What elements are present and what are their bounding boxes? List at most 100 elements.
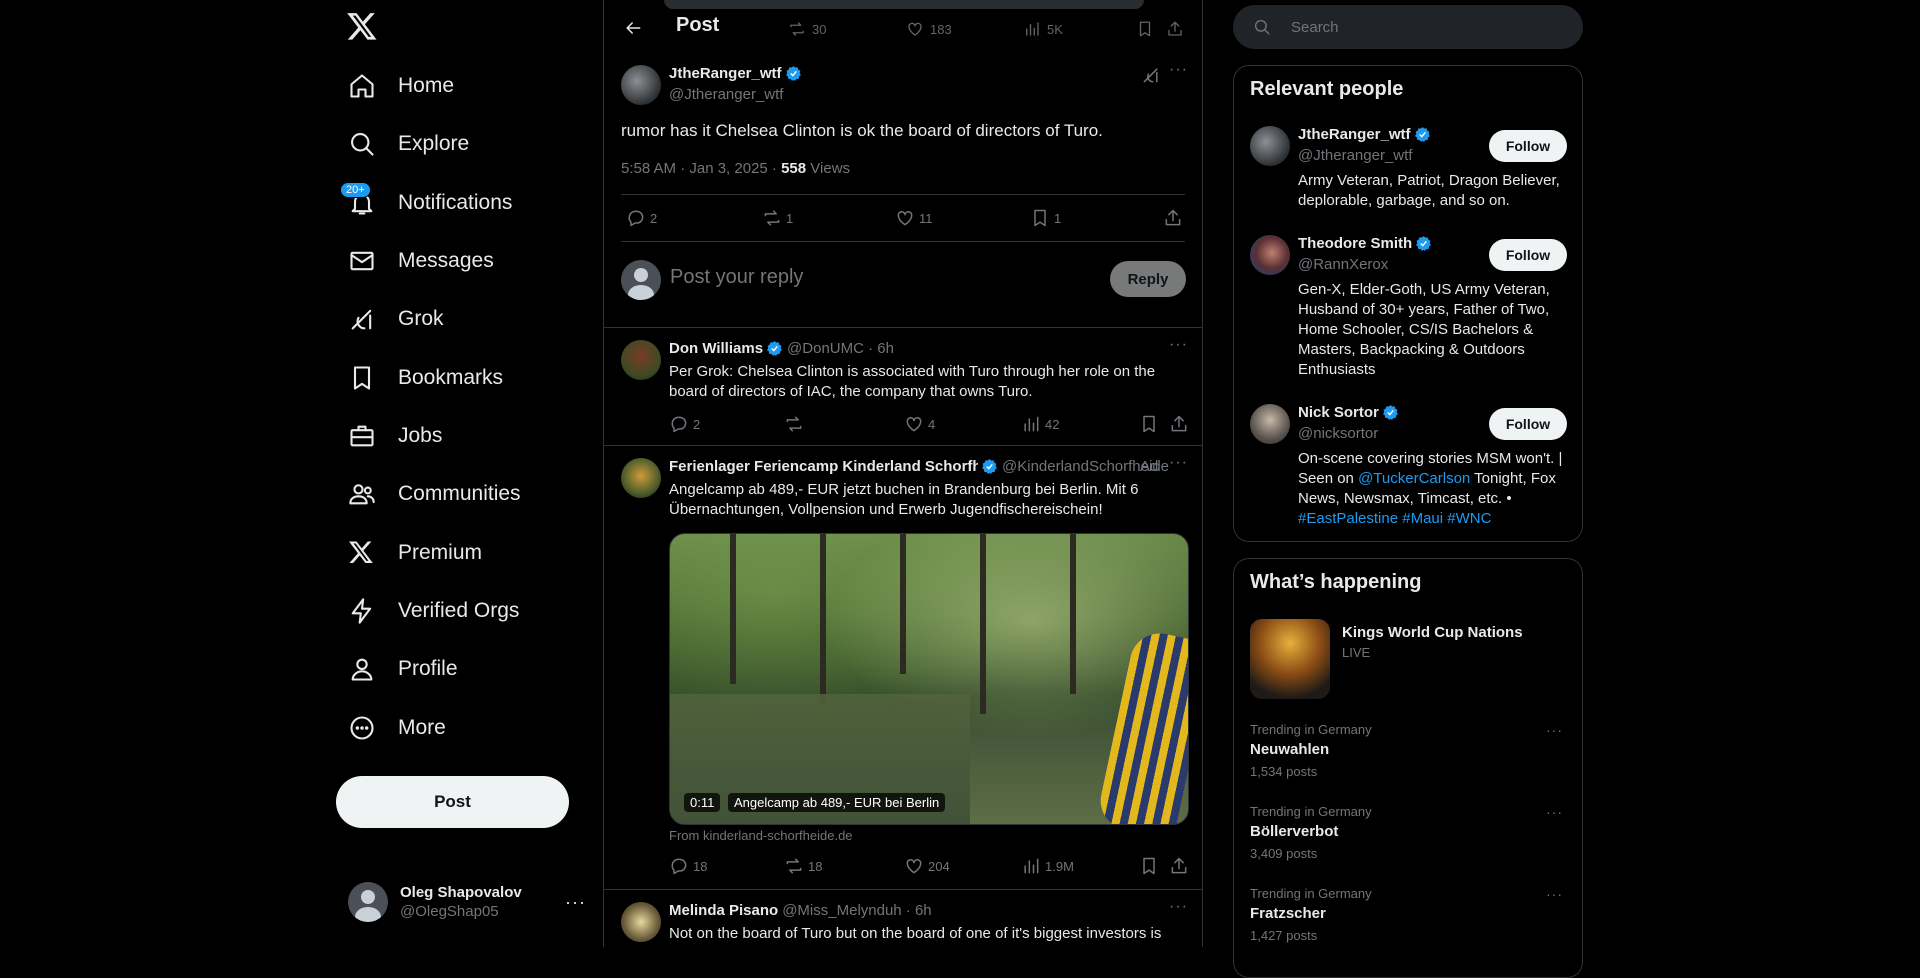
nav-jobs[interactable]: Jobs: [336, 411, 454, 461]
grok-icon[interactable]: [1141, 65, 1161, 85]
share-action[interactable]: [1163, 208, 1183, 228]
like-action[interactable]: 183: [906, 20, 952, 38]
author-name[interactable]: Melinda Pisano: [669, 902, 778, 919]
nav-more[interactable]: More: [336, 703, 458, 753]
more-horizontal-icon[interactable]: ···: [1546, 804, 1563, 820]
more-horizontal-icon[interactable]: ···: [1169, 61, 1188, 79]
trend-item[interactable]: Trending in Germany Fratzscher 1,427 pos…: [1250, 886, 1570, 956]
reply-action[interactable]: 18: [669, 856, 707, 876]
people-icon: [348, 480, 376, 508]
reply-post[interactable]: Don Williams @DonUMC · 6h ··· Per Grok: …: [604, 328, 1202, 446]
follow-button[interactable]: Follow: [1489, 130, 1567, 162]
person-card[interactable]: Nick Sortor @nicksortor Follow On-scene …: [1250, 404, 1570, 534]
more-horizontal-icon[interactable]: ···: [1169, 336, 1188, 354]
nav-bookmarks[interactable]: Bookmarks: [336, 353, 515, 403]
x-logo-icon[interactable]: [346, 10, 382, 46]
bookmark-count: 1: [1054, 210, 1062, 226]
event-thumbnail: [1250, 619, 1330, 699]
repost-action[interactable]: [784, 414, 808, 434]
trend-item[interactable]: Trending in Germany Böllerverbot 3,409 p…: [1250, 804, 1570, 874]
like-action[interactable]: 4: [904, 414, 935, 434]
bookmark-action[interactable]: 1: [1030, 208, 1061, 228]
follow-button[interactable]: Follow: [1489, 408, 1567, 440]
nav-profile[interactable]: Profile: [336, 644, 470, 694]
search-bar[interactable]: [1233, 5, 1583, 49]
repost-action[interactable]: 1: [762, 208, 793, 228]
account-switcher[interactable]: Oleg Shapovalov @OlegShap05 ···: [336, 870, 596, 934]
more-horizontal-icon[interactable]: ···: [1169, 898, 1188, 916]
author-name[interactable]: Ferienlager Feriencamp Kinderland Schorf…: [669, 458, 978, 475]
avatar[interactable]: [1250, 235, 1290, 275]
bookmark-action[interactable]: [1139, 856, 1159, 876]
person-name[interactable]: Theodore Smith: [1298, 235, 1432, 252]
promoted-post[interactable]: Ferienlager Feriencamp Kinderland Schorf…: [604, 446, 1202, 890]
person-name[interactable]: Nick Sortor: [1298, 404, 1399, 421]
heart-icon: [906, 416, 922, 432]
author-name[interactable]: JtheRanger_wtf: [669, 65, 802, 82]
bookmark-action[interactable]: [1136, 20, 1154, 38]
author-handle[interactable]: @Miss_Melynduh · 6h: [782, 902, 931, 919]
repost-action[interactable]: 30: [788, 20, 826, 38]
views-action[interactable]: 1.9M: [1021, 856, 1074, 876]
video-player[interactable]: 0:11 Angelcamp ab 489,- EUR bei Berlin: [669, 533, 1189, 825]
search-input[interactable]: [1291, 18, 1561, 36]
share-action[interactable]: [1166, 20, 1184, 38]
nav-communities[interactable]: Communities: [336, 469, 533, 519]
avatar[interactable]: [621, 65, 661, 105]
nav-label: Communities: [398, 482, 521, 505]
avatar[interactable]: [1250, 404, 1290, 444]
share-action[interactable]: [1169, 856, 1189, 876]
avatar[interactable]: [621, 902, 661, 942]
avatar[interactable]: [621, 340, 661, 380]
post-datetime[interactable]: 5:58 AM · Jan 3, 2025 ·: [621, 160, 781, 177]
author-name[interactable]: Don Williams: [669, 340, 763, 357]
mention-link[interactable]: @TuckerCarlson: [1358, 470, 1470, 487]
ad-source-link[interactable]: From kinderland-schorfheide.de: [669, 828, 853, 843]
reply-input[interactable]: [670, 266, 1000, 289]
post-button[interactable]: Post: [336, 776, 569, 828]
avatar[interactable]: [621, 458, 661, 498]
ad-label: Ad: [1140, 458, 1159, 475]
repost-action[interactable]: 18: [784, 856, 822, 876]
reply-button[interactable]: Reply: [1110, 261, 1186, 297]
hashtag-links[interactable]: #EastPalestine #Maui #WNC: [1298, 510, 1491, 527]
like-action[interactable]: 204: [904, 856, 950, 876]
arrow-left-icon: [626, 22, 641, 34]
person-card[interactable]: Theodore Smith @RannXerox Follow Gen-X, …: [1250, 235, 1570, 385]
nav-notifications[interactable]: 20+ Notifications: [336, 178, 524, 228]
person-handle[interactable]: @Jtheranger_wtf: [1298, 147, 1412, 164]
person-handle[interactable]: @nicksortor: [1298, 425, 1378, 442]
trend-name: Böllerverbot: [1250, 823, 1339, 840]
avatar[interactable]: [1250, 126, 1290, 166]
author-handle[interactable]: @Jtheranger_wtf: [669, 86, 783, 103]
more-horizontal-icon[interactable]: ···: [1546, 722, 1563, 738]
video-caption: Angelcamp ab 489,- EUR bei Berlin: [728, 793, 946, 812]
nav-messages[interactable]: Messages: [336, 236, 506, 286]
back-button[interactable]: [616, 11, 650, 45]
nav-grok[interactable]: Grok: [336, 294, 456, 344]
main-column: 30 183 5K Post JtheRanger_wtf @Jtherange…: [603, 0, 1203, 947]
reply-action[interactable]: 2: [669, 414, 700, 434]
nav-explore[interactable]: Explore: [336, 119, 481, 169]
views-action[interactable]: 5K: [1023, 20, 1063, 38]
live-event[interactable]: Kings World Cup Nations LIVE: [1250, 619, 1570, 699]
person-handle[interactable]: @RannXerox: [1298, 256, 1388, 273]
person-card[interactable]: JtheRanger_wtf @Jtheranger_wtf Follow Ar…: [1250, 126, 1570, 216]
more-horizontal-icon[interactable]: ···: [1546, 886, 1563, 902]
follow-button[interactable]: Follow: [1489, 239, 1567, 271]
reply-post[interactable]: Melinda Pisano @Miss_Melynduh · 6h ··· N…: [604, 890, 1202, 947]
views-action[interactable]: 42: [1021, 414, 1059, 434]
nav-premium[interactable]: Premium: [336, 528, 494, 578]
nav-label: Explore: [398, 132, 470, 155]
bookmark-action[interactable]: [1139, 414, 1159, 434]
share-action[interactable]: [1169, 414, 1189, 434]
person-name-text: Theodore Smith: [1298, 235, 1413, 252]
more-horizontal-icon[interactable]: ···: [1169, 454, 1188, 472]
nav-home[interactable]: Home: [336, 61, 466, 111]
author-handle[interactable]: @DonUMC · 6h: [787, 340, 894, 357]
trend-item[interactable]: Trending in Germany Neuwahlen 1,534 post…: [1250, 722, 1570, 792]
like-action[interactable]: 11: [895, 208, 933, 228]
reply-action[interactable]: 2: [626, 208, 657, 228]
person-name[interactable]: JtheRanger_wtf: [1298, 126, 1431, 143]
nav-verified-orgs[interactable]: Verified Orgs: [336, 586, 531, 636]
